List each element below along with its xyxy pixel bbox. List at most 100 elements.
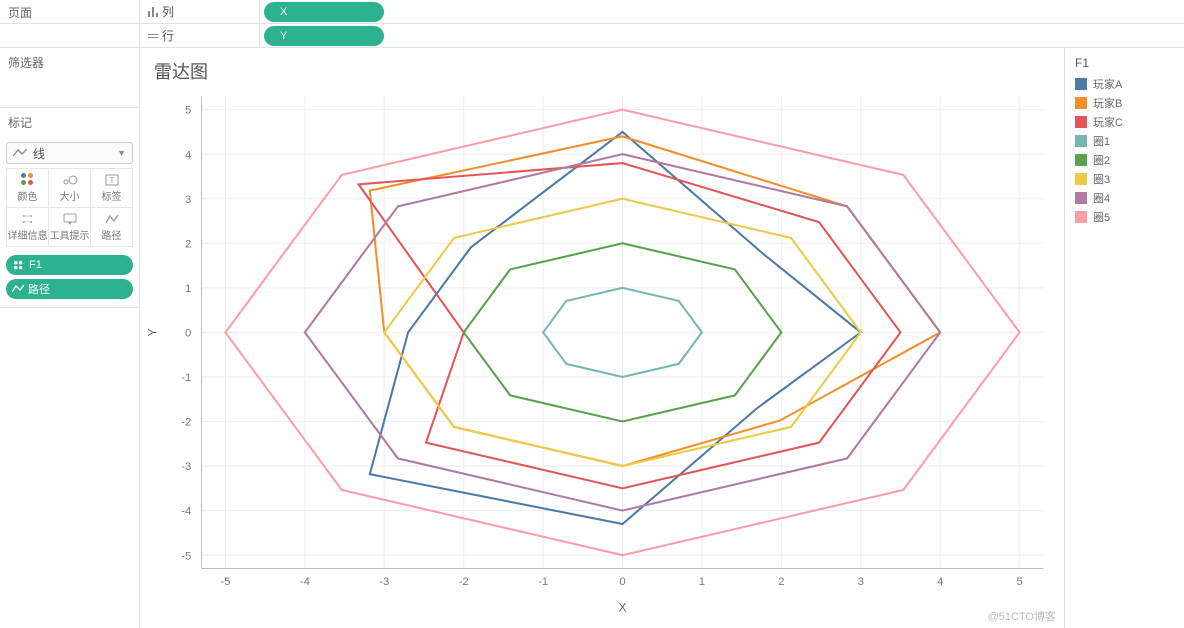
legend-item[interactable]: 玩家C [1075, 114, 1174, 130]
svg-text:2: 2 [778, 576, 784, 588]
columns-icon [148, 7, 158, 17]
mark-detail-label: 详细信息 [8, 227, 48, 242]
svg-text:-1: -1 [181, 372, 191, 384]
marks-pill-f1-label: F1 [29, 259, 42, 271]
svg-text:2: 2 [185, 238, 191, 250]
columns-shelf-label[interactable]: 列 [140, 0, 260, 23]
shelves: 页面 列 X 行 Y [0, 0, 1184, 48]
legend-label: 圈4 [1093, 190, 1110, 206]
legend-item[interactable]: 圈2 [1075, 152, 1174, 168]
svg-text:1: 1 [699, 576, 705, 588]
watermark: @51CTO博客 [988, 608, 1056, 624]
rows-shelf[interactable]: Y [260, 24, 1184, 47]
svg-text:0: 0 [185, 328, 191, 340]
tooltip-icon [63, 213, 77, 225]
marks-pill-path[interactable]: 路径 [6, 279, 133, 299]
rows-shelf-label[interactable]: 行 [140, 24, 260, 47]
legend-swatch [1075, 135, 1087, 147]
svg-text:3: 3 [185, 194, 191, 206]
svg-text:5: 5 [1016, 576, 1022, 588]
rows-icon [148, 32, 158, 40]
mark-card-grid: 颜色 大小 T 标签 详细信息 [6, 168, 133, 247]
svg-text:4: 4 [937, 576, 943, 588]
mark-color-label: 颜色 [18, 188, 38, 203]
mark-tooltip[interactable]: 工具提示 [49, 208, 90, 246]
pages-shelf[interactable]: 页面 [0, 0, 140, 23]
mark-color[interactable]: 颜色 [7, 169, 48, 207]
legend-label: 玩家A [1093, 76, 1122, 92]
svg-text:-2: -2 [181, 417, 191, 429]
series-line[interactable] [359, 163, 901, 488]
legend-item[interactable]: 玩家B [1075, 95, 1174, 111]
mark-label[interactable]: T 标签 [91, 169, 132, 207]
chevron-down-icon: ▼ [117, 148, 126, 158]
marks-pill-path-label: 路径 [28, 281, 50, 297]
svg-text:-4: -4 [181, 506, 191, 518]
svg-text:-1: -1 [538, 576, 548, 588]
svg-text:-5: -5 [181, 550, 191, 562]
legend-swatch [1075, 192, 1087, 204]
legend-panel: F1 玩家A玩家B玩家C圈1圈2圈3圈4圈5 [1064, 48, 1184, 628]
chart-title: 雷达图 [140, 48, 1064, 86]
svg-text:-4: -4 [300, 576, 310, 588]
svg-text:X: X [618, 601, 626, 615]
mark-type-dropdown[interactable]: 线 ▼ [6, 142, 133, 164]
legend-swatch [1075, 116, 1087, 128]
rows-pill-y[interactable]: Y [264, 26, 384, 46]
legend-swatch [1075, 173, 1087, 185]
legend-swatch [1075, 78, 1087, 90]
columns-pill-x[interactable]: X [264, 2, 384, 22]
pages-shelf-body[interactable] [0, 24, 140, 47]
columns-shelf[interactable]: X [260, 0, 1184, 23]
legend-item[interactable]: 圈5 [1075, 209, 1174, 225]
svg-text:-3: -3 [379, 576, 389, 588]
size-icon [62, 174, 78, 186]
columns-label-text: 列 [162, 3, 174, 20]
mark-size-label: 大小 [60, 188, 80, 203]
legend-label: 玩家C [1093, 114, 1123, 130]
path-icon [12, 284, 24, 294]
mark-tooltip-label: 工具提示 [50, 227, 90, 242]
svg-text:5: 5 [185, 105, 191, 117]
legend-item[interactable]: 圈4 [1075, 190, 1174, 206]
chart-canvas[interactable]: -5 -4 -3 -2 -1 0 1 2 3 4 5 -5 -4 -3 -2 -1 0 1 2 3 4 5 X Y [140, 86, 1064, 620]
series-line[interactable] [370, 136, 940, 466]
color-icon [21, 173, 34, 186]
chart-view: 雷达图 -5 -4 -3 -2 -1 0 1 2 3 4 5 -5 -4 -3 -2 -1 0 1 2 3 4 5 X Y @… [140, 48, 1064, 628]
mark-type-label: 线 [33, 145, 45, 162]
mark-detail[interactable]: 详细信息 [7, 208, 48, 246]
line-icon [13, 148, 27, 158]
svg-text:4: 4 [185, 149, 191, 161]
detail-icon [21, 213, 35, 225]
svg-text:T: T [109, 176, 114, 185]
marks-card-header[interactable]: 标记 [0, 108, 139, 138]
rows-label-text: 行 [162, 27, 174, 44]
legend-item[interactable]: 玩家A [1075, 76, 1174, 92]
legend-label: 圈5 [1093, 209, 1110, 225]
svg-text:0: 0 [619, 576, 625, 588]
svg-text:Y: Y [145, 328, 159, 336]
filter-card-header[interactable]: 筛选器 [0, 48, 139, 78]
legend-label: 圈3 [1093, 171, 1110, 187]
legend-label: 圈2 [1093, 152, 1110, 168]
svg-text:1: 1 [185, 283, 191, 295]
svg-text:-3: -3 [181, 461, 191, 473]
mark-path[interactable]: 路径 [91, 208, 132, 246]
mark-size[interactable]: 大小 [49, 169, 90, 207]
mark-path-label: 路径 [102, 227, 122, 242]
path-icon [105, 213, 119, 225]
svg-text:-2: -2 [459, 576, 469, 588]
legend-label: 玩家B [1093, 95, 1122, 111]
legend-item[interactable]: 圈3 [1075, 171, 1174, 187]
legend-label: 圈1 [1093, 133, 1110, 149]
svg-text:3: 3 [858, 576, 864, 588]
legend-swatch [1075, 97, 1087, 109]
mark-label-label: 标签 [102, 188, 122, 203]
left-sidebar: 筛选器 标记 线 ▼ 颜色 [0, 48, 140, 628]
label-icon: T [105, 174, 119, 186]
color-icon [14, 260, 23, 269]
svg-text:-5: -5 [220, 576, 230, 588]
legend-swatch [1075, 154, 1087, 166]
marks-pill-f1[interactable]: F1 [6, 255, 133, 275]
legend-item[interactable]: 圈1 [1075, 133, 1174, 149]
